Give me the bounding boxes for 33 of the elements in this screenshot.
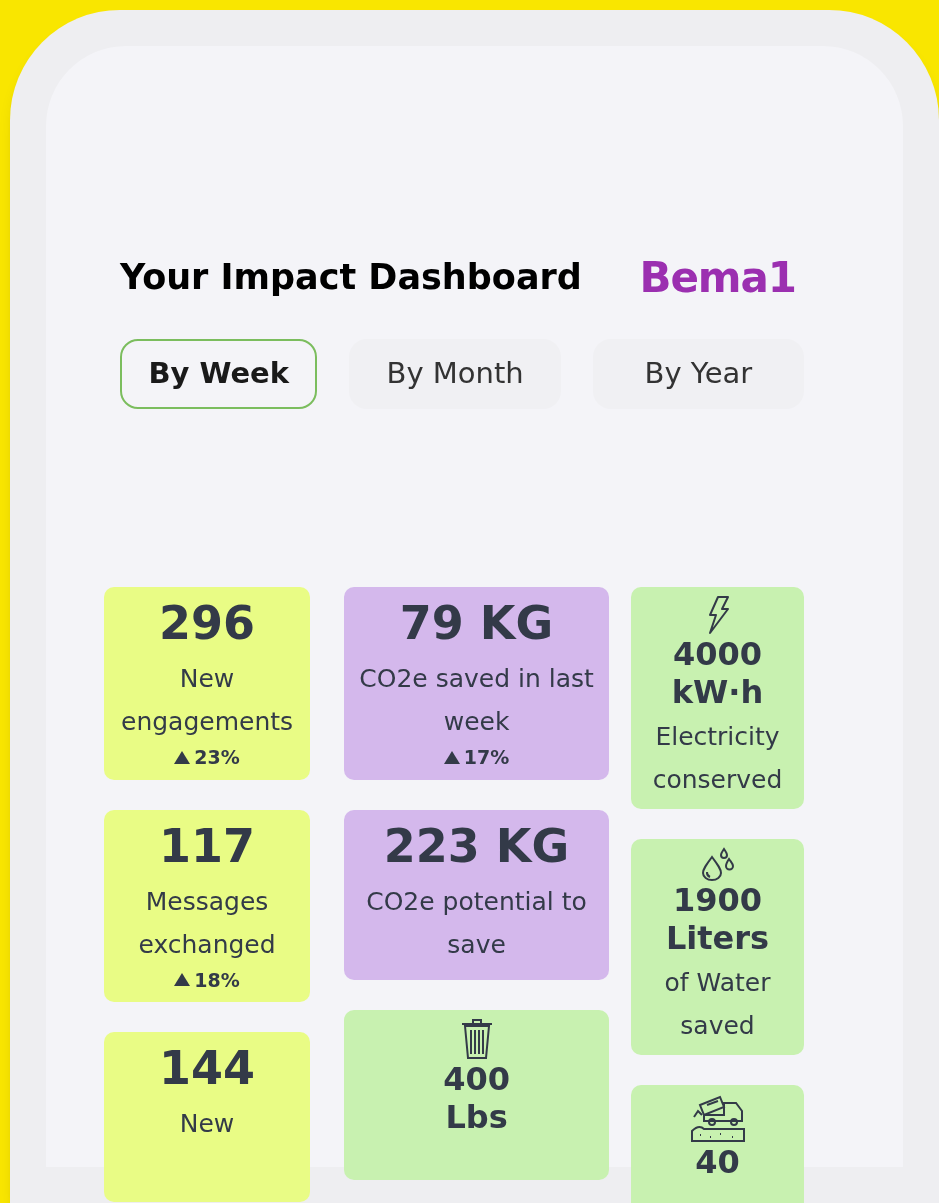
stat-value: 4000 [672,635,763,673]
dashboard-title: Your Impact Dashboard [120,256,582,300]
stat-label: CO2e saved in last week [358,663,595,738]
period-tab[interactable]: By Week [120,339,318,409]
stat-unit: Liters [665,919,770,957]
period-tab[interactable]: By Month [349,339,561,409]
stat-label: New engagements [120,663,295,738]
change-percent: 23% [194,745,240,770]
stat-value: 223 KG [383,817,570,875]
stat-unit: kW·h [671,673,764,711]
stat-value: 1900 [672,881,763,919]
up-triangle-icon [174,973,191,987]
stat-value: 296 [159,595,256,652]
logo: Bema1 [639,252,796,304]
up-triangle-icon [174,750,191,764]
stat-value: 117 [159,817,256,875]
water-drops-icon [699,847,736,881]
stat-label: Messages exchanged [137,885,277,961]
stat-value: 40 [695,1143,740,1181]
change-percent: 17% [463,745,510,770]
up-triangle-icon [443,750,460,764]
change-percent: 18% [194,967,240,993]
stat-value: 400 [443,1059,510,1098]
dump-truck-icon [689,1093,746,1143]
stat-value: 79 KG [399,595,554,652]
stat-value: 144 [159,1040,256,1097]
trash-can-icon [459,1017,494,1060]
stat-label: New [179,1108,235,1140]
stat-label: of Water saved [663,967,772,1042]
stat-label: CO2e potential to save [365,885,588,961]
stat-unit: Lbs [445,1097,508,1136]
stat-label: Electricity conserved [651,721,784,796]
period-tab[interactable]: By Year [592,339,804,409]
